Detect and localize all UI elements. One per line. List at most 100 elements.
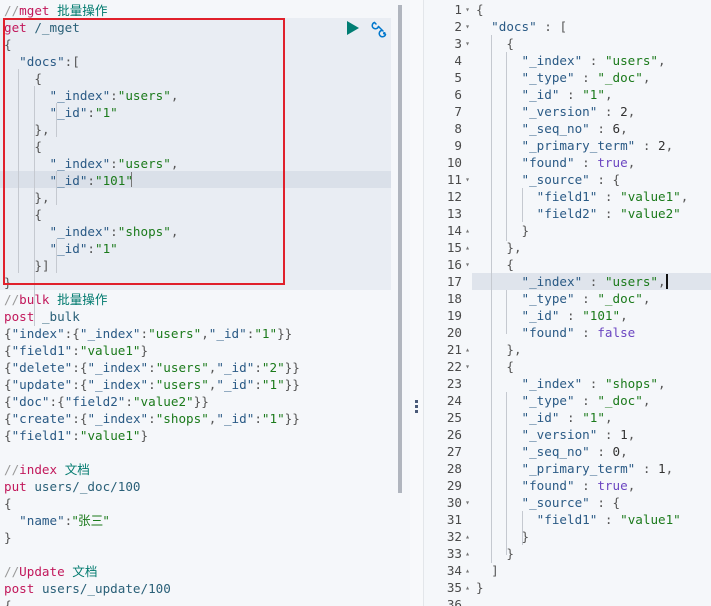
response-line: "_type" : "_doc", [521,291,651,306]
line-number: 33 [446,546,462,561]
code-line: {"index":{"_index":"users","_id":"1"}} [4,326,293,341]
request-method-line: post _bulk [4,308,80,325]
response-line: "field1" : "value1" [536,512,681,527]
line-number: 25 [446,410,462,425]
fold-expand-icon[interactable]: ▴ [463,545,472,562]
line-number: 19 [446,308,462,323]
response-line: "_id" : "101", [521,308,628,323]
line-number: 24 [446,393,462,408]
response-line: { [506,359,514,374]
code-line: {"delete":{"_index":"users","_id":"2"}} [4,360,300,375]
fold-expand-icon[interactable]: ▴ [463,579,472,596]
response-line: "_source" : { [521,495,621,510]
request-method-line: post users/_update/100 [4,580,171,597]
line-number: 18 [446,291,462,306]
response-line: }, [506,342,522,357]
response-line: "_version" : 1, [521,427,636,442]
fold-expand-icon[interactable]: ▴ [463,562,472,579]
line-number: 7 [454,104,462,119]
line-number: 28 [446,461,462,476]
response-line: "_index" : "users", [521,274,666,289]
fold-expand-icon[interactable]: ▴ [463,222,472,239]
fold-collapse-icon[interactable]: ▾ [463,358,472,375]
annotation-highlight-box [3,18,285,285]
line-number: 34 [446,563,462,578]
line-number: 13 [446,206,462,221]
code-line: } [4,530,12,545]
response-line: "found" : true, [521,478,636,493]
line-number: 36 [446,597,462,606]
line-number: 9 [454,138,462,153]
fold-expand-icon[interactable]: ▴ [463,341,472,358]
fold-collapse-icon[interactable]: ▾ [463,494,472,511]
response-line: } [521,223,530,238]
line-number: 15 [446,240,462,255]
line-number: 23 [446,376,462,391]
fold-collapse-icon[interactable]: ▾ [463,35,472,52]
line-number: 12 [446,189,462,204]
response-line: "field1" : "value1", [536,189,689,204]
request-method-line: put users/_doc/100 [4,478,141,495]
response-line: "found" : false [521,325,636,340]
code-line: { [4,496,12,511]
response-line: "found" : true, [521,155,636,170]
code-line: {"update":{"_index":"users","_id":"1"}} [4,377,300,392]
line-number: 29 [446,478,462,493]
http-method: post [4,581,35,596]
response-line: } [506,546,514,561]
response-line: "field2" : "value2" [536,206,681,221]
response-line: "_index" : "users", [521,53,666,68]
response-line: } [476,580,484,595]
line-number: 20 [446,325,462,340]
response-line: "docs" : [ [491,19,568,34]
fold-expand-icon[interactable]: ▴ [463,528,472,545]
code-line: {"doc":{"field2":"value2"}} [4,394,209,409]
response-line: }, [506,240,522,255]
resize-grip-dot [415,400,418,403]
request-settings-button[interactable] [371,20,389,38]
response-line: "_seq_no" : 0, [521,444,628,459]
line-number: 1 [454,2,462,17]
code-line: {"field1":"value1"} [4,343,149,358]
request-url: users/_doc/100 [34,479,141,494]
response-line: { [506,257,514,272]
response-line: "_seq_no" : 6, [521,121,628,136]
request-comment: //index 文档 [4,462,90,477]
editor-scrollbar-thumb[interactable] [398,5,402,493]
pane-resize-handle[interactable] [410,0,424,606]
line-number: 21 [446,342,462,357]
line-number: 30 [446,495,462,510]
request-url: _bulk [41,309,80,324]
request-url: users/_update/100 [41,581,171,596]
response-line: } [521,529,530,544]
line-number: 32 [446,529,462,544]
line-number: 4 [454,53,462,68]
line-number: 26 [446,427,462,442]
response-line: "_id" : "1", [521,87,613,102]
response-line: "_version" : 2, [521,104,636,119]
line-number: 11 [446,172,462,187]
fold-collapse-icon[interactable]: ▾ [463,256,472,273]
fold-collapse-icon[interactable]: ▾ [463,1,472,18]
resize-grip-dot [415,410,418,413]
response-line: { [476,2,484,17]
response-line: "_type" : "_doc", [521,393,651,408]
response-viewer[interactable]: 1 ▾{2 ▾ "docs" : [3 ▾ {4 "_index" : "users"… [424,0,711,606]
response-line: "_source" : { [521,172,621,187]
request-comment: //mget 批量操作 [4,3,108,18]
send-request-button[interactable] [346,20,360,36]
response-cursor [666,274,668,289]
code-line: { [4,598,12,606]
line-number: 17 [446,274,462,289]
request-editor[interactable]: //mget 批量操作 get /_mget{ "docs":[ { "_inde… [0,0,391,606]
request-comment: //bulk 批量操作 [4,292,108,307]
wrench-icon [371,21,387,38]
fold-collapse-icon[interactable]: ▾ [463,171,472,188]
response-line: "_index" : "shops", [521,376,666,391]
fold-expand-icon[interactable]: ▴ [463,239,472,256]
http-method: put [4,479,27,494]
line-number: 35 [446,580,462,595]
code-line: {"create":{"_index":"shops","_id":"1"}} [4,411,300,426]
line-number: 6 [454,87,462,102]
fold-collapse-icon[interactable]: ▾ [463,18,472,35]
